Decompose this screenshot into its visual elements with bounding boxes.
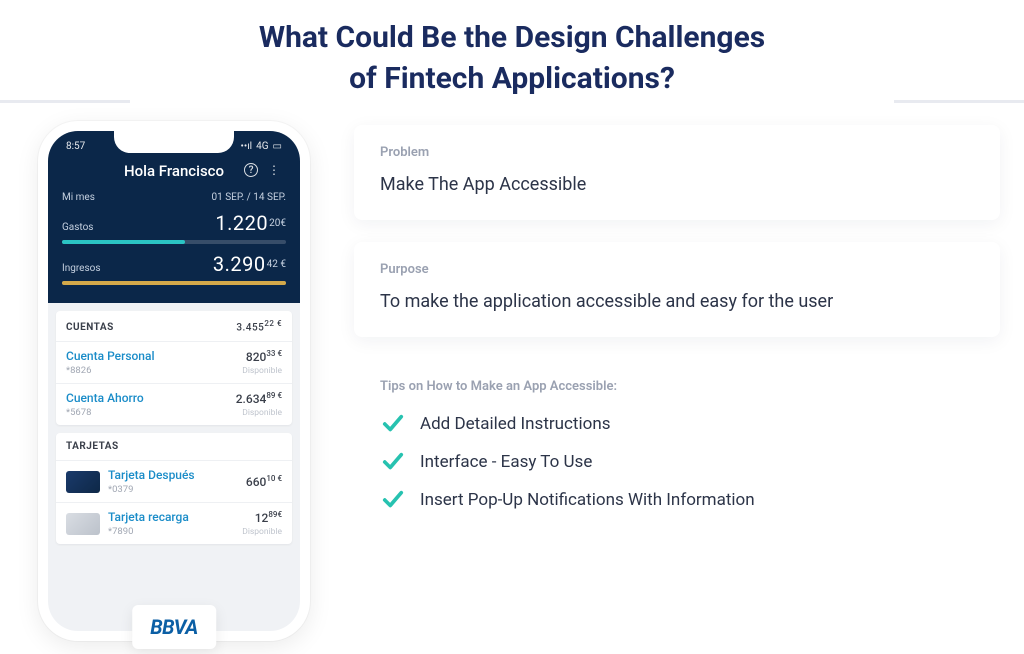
account-status: Disponible (242, 366, 282, 376)
card-thumbnail-icon (66, 513, 100, 535)
app-header: 8:57 ••ıl 4G ▭ Hola Francisco ? ⋮ Mi mes (48, 131, 300, 303)
tarjetas-title: TARJETAS (66, 441, 119, 452)
account-name: Cuenta Personal (66, 349, 155, 363)
title-line-2: of Fintech Applications? (349, 61, 675, 96)
gastos-row: Gastos 1.22020€ (60, 209, 288, 237)
brand-badge: BBVA (132, 605, 216, 649)
purpose-body: To make the application accessible and e… (380, 289, 974, 315)
tips-item-text: Interface - Easy To Use (420, 451, 592, 475)
network-label: 4G (256, 141, 268, 152)
cuentas-card: CUENTAS 3.45522 € Cuenta Personal *8826 (56, 311, 292, 425)
check-icon (380, 489, 406, 511)
account-name: Cuenta Ahorro (66, 391, 144, 405)
phone-frame: 8:57 ••ıl 4G ▭ Hola Francisco ? ⋮ Mi mes (38, 121, 310, 641)
tarjetas-header: TARJETAS (56, 433, 292, 460)
tips-item-text: Insert Pop-Up Notifications With Informa… (420, 489, 755, 513)
content-row: 8:57 ••ıl 4G ▭ Hola Francisco ? ⋮ Mi mes (0, 111, 1024, 641)
gastos-bar (62, 240, 286, 244)
kebab-menu-icon[interactable]: ⋮ (268, 163, 280, 177)
account-amount: 82033 € (242, 349, 282, 364)
cuentas-title: CUENTAS (66, 322, 114, 333)
tips-item: Insert Pop-Up Notifications With Informa… (380, 482, 974, 520)
cuentas-total-cents: 22 € (264, 319, 282, 328)
battery-icon: ▭ (273, 141, 282, 152)
purpose-label: Purpose (380, 262, 974, 277)
check-icon (380, 413, 406, 435)
check-icon (380, 451, 406, 473)
tips-card: Tips on How to Make an App Accessible: A… (354, 359, 1000, 541)
card-number: *7890 (108, 526, 234, 537)
phone-mockup-wrap: 8:57 ••ıl 4G ▭ Hola Francisco ? ⋮ Mi mes (24, 121, 324, 641)
phone-screen: 8:57 ••ıl 4G ▭ Hola Francisco ? ⋮ Mi mes (48, 131, 300, 631)
phone-notch (114, 131, 234, 153)
card-row[interactable]: Tarjeta Después *0379 66010 € (56, 460, 292, 502)
right-column: Problem Make The App Accessible Purpose … (354, 121, 1000, 641)
status-time: 8:57 (66, 141, 85, 152)
gastos-cents: 20€ (269, 218, 286, 229)
title-line-1: What Could Be the Design Challenges (259, 20, 765, 55)
card-amount: 1289€ (242, 510, 282, 525)
greeting-row: Hola Francisco ? ⋮ (60, 160, 288, 190)
date-range: 01 SEP. / 14 SEP. (212, 192, 287, 203)
mi-mes-label: Mi mes (62, 192, 95, 203)
account-status: Disponible (236, 408, 282, 418)
card-name: Tarjeta recarga (108, 510, 234, 524)
ingresos-value: 3.290 (213, 252, 266, 276)
tarjetas-card: TARJETAS Tarjeta Después *0379 66010 € (56, 433, 292, 544)
info-icon[interactable]: ? (244, 163, 258, 177)
problem-label: Problem (380, 145, 974, 160)
mi-mes-row: Mi mes 01 SEP. / 14 SEP. (60, 190, 288, 209)
card-number: *0379 (108, 484, 238, 495)
account-number: *8826 (66, 365, 155, 376)
account-amount: 2.63489 € (236, 391, 282, 406)
card-thumbnail-icon (66, 471, 100, 493)
account-number: *5678 (66, 407, 144, 418)
ingresos-cents: 42 € (267, 259, 286, 270)
tips-item: Add Detailed Instructions (380, 406, 974, 444)
cuentas-header: CUENTAS 3.45522 € (56, 311, 292, 341)
tips-list: Add Detailed Instructions Interface - Ea… (380, 406, 974, 519)
status-right: ••ıl 4G ▭ (240, 141, 282, 152)
ingresos-bar (62, 281, 286, 285)
phone-body: CUENTAS 3.45522 € Cuenta Personal *8826 (48, 303, 300, 560)
gastos-label: Gastos (62, 222, 108, 233)
ingresos-row: Ingresos 3.29042 € (60, 250, 288, 278)
cuentas-total-main: 3.455 (236, 322, 264, 333)
problem-card: Problem Make The App Accessible (354, 125, 1000, 220)
tips-label: Tips on How to Make an App Accessible: (380, 379, 974, 394)
brand-logo-text: BBVA (150, 615, 198, 639)
card-name: Tarjeta Después (108, 468, 238, 482)
page-title: What Could Be the Design Challenges of F… (0, 0, 1024, 111)
ingresos-label: Ingresos (62, 263, 108, 274)
account-row[interactable]: Cuenta Ahorro *5678 2.63489 € Disponible (56, 383, 292, 425)
account-row[interactable]: Cuenta Personal *8826 82033 € Disponible (56, 341, 292, 383)
card-status: Disponible (242, 527, 282, 537)
card-row[interactable]: Tarjeta recarga *7890 1289€ Disponible (56, 502, 292, 544)
gastos-value: 1.220 (215, 211, 268, 235)
purpose-card: Purpose To make the application accessib… (354, 242, 1000, 337)
tips-item-text: Add Detailed Instructions (420, 413, 610, 437)
problem-body: Make The App Accessible (380, 172, 974, 198)
greeting-text: Hola Francisco (124, 162, 224, 180)
card-amount: 66010 € (246, 474, 282, 489)
cuentas-total: 3.45522 € (236, 319, 282, 333)
signal-icon: ••ıl (240, 141, 252, 152)
tips-item: Interface - Easy To Use (380, 444, 974, 482)
